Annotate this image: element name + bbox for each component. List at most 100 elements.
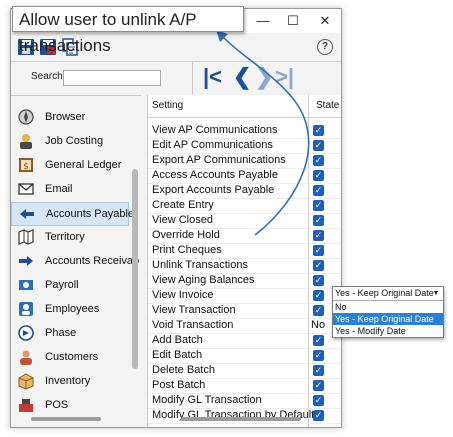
state-value[interactable]: No xyxy=(311,319,325,331)
state-checkbox[interactable]: ✓ xyxy=(313,125,324,136)
table-row[interactable]: View Aging Balances ✓ xyxy=(148,273,341,289)
sidebar-item-accounts-payable[interactable]: Accounts Payable xyxy=(11,202,134,226)
state-checkbox[interactable]: ✓ xyxy=(313,230,324,241)
table-row[interactable]: Modify GL Transaction by Default ✓ xyxy=(148,408,341,424)
dropdown-option[interactable]: No xyxy=(333,301,443,313)
table-row[interactable]: Delete Batch ✓ xyxy=(148,363,341,379)
setting-label: View Invoice xyxy=(152,289,214,301)
sidebar-item-territory[interactable]: Territory xyxy=(11,226,129,250)
setting-label: View Transaction xyxy=(152,304,236,316)
sidebar-item-label: General Ledger xyxy=(45,159,122,171)
table-row[interactable]: Print Cheques ✓ xyxy=(148,243,341,259)
sidebar-item-label: Accounts Receivab xyxy=(45,255,140,267)
state-checkbox[interactable]: ✓ xyxy=(313,275,324,286)
table-row[interactable]: Access Accounts Payable ✓ xyxy=(148,168,341,184)
sidebar-item-label: Territory xyxy=(45,231,85,243)
search-bar: Search xyxy=(11,62,192,94)
permissions-window: — ☐ ✕ ? Search |< ❮ ❯ >| Browser Job Cos… xyxy=(10,8,342,428)
state-checkbox[interactable]: ✓ xyxy=(313,260,324,271)
sidebar-item-payroll[interactable]: Payroll xyxy=(11,274,129,298)
setting-label: View Aging Balances xyxy=(152,274,255,286)
table-row[interactable]: Edit AP Communications ✓ xyxy=(148,138,341,154)
territory-icon xyxy=(18,229,34,245)
payroll-icon xyxy=(19,280,33,290)
state-checkbox[interactable]: ✓ xyxy=(313,140,324,151)
sidebar-item-customers[interactable]: Customers xyxy=(11,346,129,370)
state-checkbox[interactable]: ✓ xyxy=(313,350,324,361)
sidebar-item-general-ledger[interactable]: $ General Ledger xyxy=(11,154,129,178)
table-row[interactable]: View Closed ✓ xyxy=(148,213,341,229)
sidebar-item-job-costing[interactable]: Job Costing xyxy=(11,130,129,154)
setting-label: Export Accounts Payable xyxy=(152,184,275,196)
callout-label: Allow user to unlink A/P transactions xyxy=(12,6,244,55)
record-navigation: |< ❮ ❯ >| xyxy=(192,62,342,94)
state-checkbox[interactable]: ✓ xyxy=(313,245,324,256)
accounts-receivable-icon xyxy=(19,256,33,266)
grid-header: Setting State xyxy=(148,95,341,118)
table-row[interactable]: Modify GL Transaction ✓ xyxy=(148,393,341,409)
setting-label: Add Batch xyxy=(152,334,203,346)
sidebar-item-employees[interactable]: Employees xyxy=(11,298,129,322)
table-row[interactable]: Unlink Transactions ✓ xyxy=(148,258,341,274)
state-checkbox[interactable]: ✓ xyxy=(313,200,324,211)
state-checkbox[interactable]: ✓ xyxy=(313,215,324,226)
table-row[interactable]: Add Batch ✓ xyxy=(148,333,341,349)
close-button[interactable]: ✕ xyxy=(311,11,339,31)
table-row[interactable]: Void Transaction No xyxy=(148,318,341,334)
pos-icon xyxy=(19,399,33,412)
table-row[interactable]: Edit Batch ✓ xyxy=(148,348,341,364)
column-header-setting: Setting xyxy=(152,100,184,111)
table-row[interactable]: View Transaction ✓ xyxy=(148,303,341,319)
sidebar-item-label: Email xyxy=(45,183,73,195)
state-checkbox[interactable]: ✓ xyxy=(313,305,324,316)
setting-label: Edit Batch xyxy=(152,349,203,361)
state-dropdown[interactable]: Yes - Keep Original Date ▼ No Yes - Keep… xyxy=(332,286,444,338)
table-row[interactable]: Override Hold ✓ xyxy=(148,228,341,244)
table-row[interactable]: Create Entry ✓ xyxy=(148,198,341,214)
chevron-down-icon[interactable]: ▼ xyxy=(431,287,441,300)
table-row[interactable]: View AP Communications ✓ xyxy=(148,123,341,139)
svg-text:$: $ xyxy=(23,162,29,172)
sidebar-item-phase[interactable]: Phase xyxy=(11,322,129,346)
sidebar-item-browser[interactable]: Browser xyxy=(11,106,129,130)
general-ledger-icon: $ xyxy=(19,158,33,172)
state-checkbox[interactable]: ✓ xyxy=(313,380,324,391)
setting-label: Post Batch xyxy=(152,379,206,391)
sidebar-horizontal-scrollbar[interactable] xyxy=(31,417,101,421)
sidebar-item-email[interactable]: Email xyxy=(11,178,129,202)
grid-horizontal-scrollbar[interactable] xyxy=(181,417,301,421)
state-checkbox[interactable]: ✓ xyxy=(313,410,324,421)
table-row[interactable]: Post Batch ✓ xyxy=(148,378,341,394)
sidebar-item-label: POS xyxy=(45,399,69,411)
maximize-button[interactable]: ☐ xyxy=(279,11,307,31)
state-checkbox[interactable]: ✓ xyxy=(313,155,324,166)
dropdown-option[interactable]: Yes - Modify Date xyxy=(333,325,443,337)
state-checkbox[interactable]: ✓ xyxy=(313,185,324,196)
setting-label: Export AP Communications xyxy=(152,154,286,166)
state-checkbox[interactable]: ✓ xyxy=(313,335,324,346)
minimize-button[interactable]: — xyxy=(249,11,277,31)
first-record-button[interactable]: |< xyxy=(203,66,222,88)
table-row[interactable]: Export AP Communications ✓ xyxy=(148,153,341,169)
state-checkbox[interactable]: ✓ xyxy=(313,290,324,301)
help-icon[interactable]: ? xyxy=(317,39,333,55)
dropdown-selected-text: Yes - Keep Original Date xyxy=(335,288,434,298)
table-row[interactable]: View Invoice ✓ xyxy=(148,288,341,304)
browser-icon xyxy=(18,109,34,125)
sidebar-item-pos[interactable]: POS xyxy=(11,394,129,418)
dropdown-selected-value[interactable]: Yes - Keep Original Date ▼ xyxy=(333,287,443,301)
state-checkbox[interactable]: ✓ xyxy=(313,365,324,376)
state-checkbox[interactable]: ✓ xyxy=(313,395,324,406)
sidebar-item-inventory[interactable]: Inventory xyxy=(11,370,129,394)
prev-record-button[interactable]: ❮ xyxy=(233,66,251,88)
sidebar-scrollbar[interactable] xyxy=(132,169,138,369)
setting-label: Void Transaction xyxy=(152,319,234,331)
dropdown-option[interactable]: Yes - Keep Original Date xyxy=(333,313,443,325)
last-record-button[interactable]: >| xyxy=(275,66,294,88)
module-sidebar: Browser Job Costing $ General Ledger Ema… xyxy=(11,95,141,416)
state-checkbox[interactable]: ✓ xyxy=(313,170,324,181)
next-record-button[interactable]: ❯ xyxy=(255,66,273,88)
table-row[interactable]: Export Accounts Payable ✓ xyxy=(148,183,341,199)
search-input[interactable] xyxy=(63,70,161,86)
sidebar-item-accounts-receivable[interactable]: Accounts Receivab xyxy=(11,250,139,274)
